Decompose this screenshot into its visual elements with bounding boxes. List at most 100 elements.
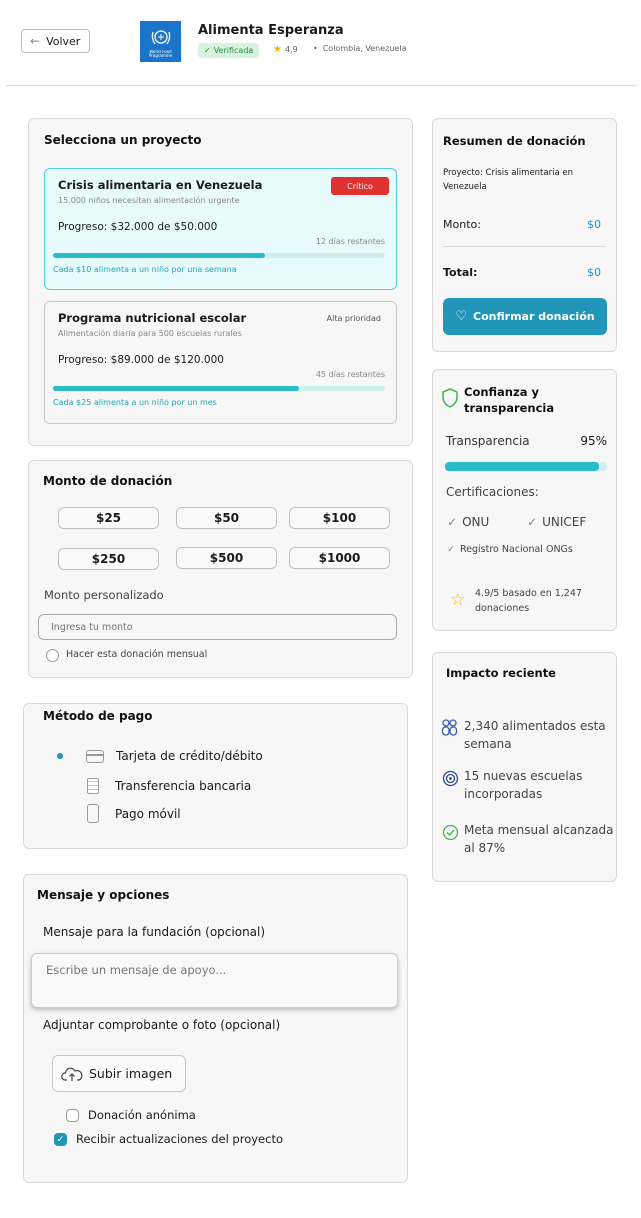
verified-badge: ✓ Verificada: [198, 43, 260, 58]
payment-option-label: Transferencia bancaria: [115, 779, 252, 793]
check-icon: ✓: [527, 515, 538, 529]
cert-unicef: ✓ UNICEF: [527, 515, 586, 529]
back-label: Volver: [46, 34, 81, 48]
transparency-label: Transparencia: [446, 434, 530, 448]
anonymous-label: Donación anónima: [88, 1108, 196, 1122]
custom-amount-label: Monto personalizado: [44, 588, 164, 602]
payment-option-label: Tarjeta de crédito/débito: [116, 749, 263, 763]
updates-label: Recibir actualizaciones del proyecto: [76, 1132, 283, 1146]
project-section: Selecciona un proyecto Crisis alimentari…: [28, 118, 413, 446]
check-icon: ✓: [56, 1134, 65, 1145]
payment-section: Método de pago Tarjeta de crédito/débito…: [23, 703, 408, 849]
amount-500-button[interactable]: $500: [176, 547, 277, 569]
transparency-fill: [445, 462, 599, 471]
arrow-left-icon: ←: [30, 34, 41, 48]
impact-section: Impacto reciente 2,340 alimentados esta …: [432, 652, 617, 882]
cert-registro: ✓ Registro Nacional ONGs: [447, 544, 573, 555]
impact-note: Cada $25 alimenta a un niño por un mes: [53, 398, 217, 407]
upload-image-button[interactable]: Subir imagen: [52, 1055, 186, 1092]
selected-dot: [57, 753, 63, 759]
org-logo: World Food Programme: [140, 21, 181, 62]
days-left: 45 días restantes: [315, 370, 385, 379]
shield-icon: [442, 388, 458, 408]
verified-label: Verificada: [213, 46, 254, 55]
back-button[interactable]: ← Volver: [21, 29, 90, 53]
heart-icon: ♡: [455, 309, 468, 324]
project-name: Programa nutricional escolar: [58, 311, 247, 325]
credit-card-icon: [86, 749, 104, 763]
project-name: Crisis alimentaria en Venezuela: [58, 178, 263, 192]
cert-label: UNICEF: [542, 515, 587, 529]
amount-25-button[interactable]: $25: [58, 507, 159, 529]
dot-separator: •: [313, 44, 318, 53]
amount-1000-button[interactable]: $1000: [289, 547, 390, 569]
summary-title: Resumen de donación: [443, 134, 586, 148]
check-icon: ✓: [447, 544, 455, 555]
trust-title: Confianza y transparencia: [464, 385, 555, 415]
confirm-donation-button[interactable]: ♡ Confirmar donación: [443, 298, 607, 335]
project-card-crisis[interactable]: Crisis alimentaria en Venezuela Crítico …: [44, 168, 397, 290]
header-divider: [6, 85, 636, 86]
impact-note: Cada $10 alimenta a un niño por una sema…: [53, 265, 237, 274]
message-section-title: Mensaje y opciones: [37, 888, 170, 902]
cloud-upload-icon: [61, 1067, 83, 1081]
progress-fill: [53, 253, 266, 258]
payment-option-transfer[interactable]: Transferencia bancaria: [87, 778, 251, 794]
updates-checkbox[interactable]: ✓: [54, 1133, 67, 1146]
attach-label: Adjuntar comprobante o foto (opcional): [43, 1018, 281, 1032]
payment-option-mobile[interactable]: Pago móvil: [87, 804, 181, 823]
check-circle-icon: [442, 824, 459, 841]
logo-text: World Food Programme: [148, 49, 173, 58]
impact-item: 15 nuevas escuelas incorporadas: [464, 769, 583, 801]
transparency-value: 95%: [580, 434, 607, 448]
amount-250-button[interactable]: $250: [58, 548, 159, 570]
progress-fill: [53, 386, 299, 391]
star-outline-icon: ☆: [450, 590, 466, 610]
payment-option-label: Pago móvil: [115, 806, 181, 821]
trust-section: Confianza y transparencia Transparencia …: [432, 369, 617, 631]
project-card-school[interactable]: Programa nutricional escolar Alta priori…: [44, 301, 397, 424]
target-icon: [442, 770, 459, 787]
project-progress-label: Progreso: $32.000 de $50.000: [58, 221, 218, 233]
impact-item: 2,340 alimentados esta semana: [464, 719, 606, 751]
amount-50-button[interactable]: $50: [176, 507, 277, 529]
custom-amount-input[interactable]: [38, 614, 397, 640]
upload-label: Subir imagen: [89, 1066, 173, 1081]
cert-label: ONU: [462, 515, 490, 529]
anonymous-checkbox[interactable]: [66, 1109, 79, 1122]
cert-label: Registro Nacional ONGs: [459, 544, 573, 555]
monthly-label: Hacer esta donación mensual: [66, 649, 208, 660]
message-textarea[interactable]: [31, 953, 398, 1008]
payment-option-card[interactable]: Tarjeta de crédito/débito: [57, 749, 263, 763]
bank-building-icon: [87, 778, 99, 794]
org-name: Alimenta Esperanza: [198, 23, 344, 38]
location-label: Colombia, Venezuela: [322, 44, 407, 53]
monthly-checkbox[interactable]: [46, 649, 59, 662]
rating: ★ 4,9: [273, 44, 298, 55]
message-label: Mensaje para la fundación (opcional): [43, 925, 266, 939]
phone-icon: [87, 804, 99, 823]
amount-section-title: Monto de donación: [43, 474, 173, 488]
project-progress-label: Progreso: $89.000 de $120.000: [58, 354, 224, 366]
confirm-label: Confirmar donación: [473, 310, 595, 323]
rating-summary: 4.9/5 basado en 1,247 donaciones: [475, 588, 582, 614]
people-icon: [441, 719, 458, 736]
project-subtitle: Alimentación diaria para 500 escuelas ru…: [58, 329, 242, 338]
project-section-title: Selecciona un proyecto: [44, 133, 202, 147]
summary-divider: [443, 246, 606, 247]
summary-section: Resumen de donación Proyecto: Crisis ali…: [432, 118, 617, 352]
transparency-bar: [445, 462, 607, 471]
days-left: 12 días restantes: [315, 237, 385, 246]
amount-100-button[interactable]: $100: [289, 507, 390, 529]
project-progress-bar: [53, 386, 385, 391]
certifications-title: Certificaciones:: [446, 485, 539, 499]
project-progress-bar: [53, 253, 385, 258]
star-icon: ★: [273, 44, 282, 55]
impact-item: Meta mensual alcanzada al 87%: [464, 823, 614, 855]
rating-value: 4,9: [284, 45, 298, 54]
total-label: Total:: [443, 266, 478, 279]
amount-section: Monto de donación $25 $50 $100 $250 $500…: [28, 460, 413, 678]
location: • Colombia, Venezuela: [313, 44, 406, 53]
check-icon: ✓: [204, 46, 211, 55]
priority-badge: Alta prioridad: [326, 314, 381, 323]
